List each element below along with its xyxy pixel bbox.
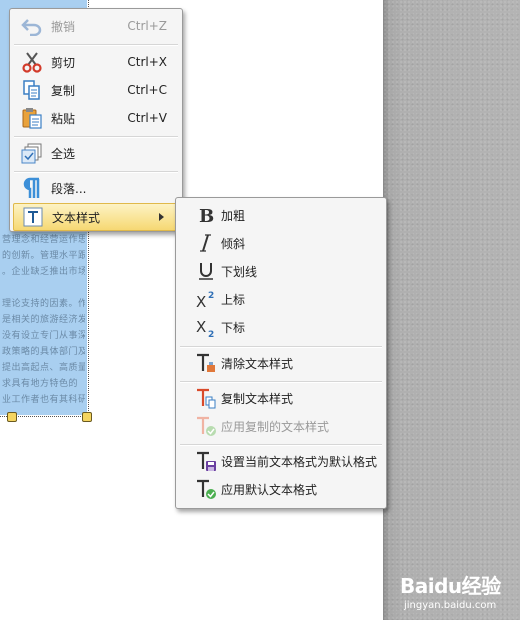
- context-menu: 撤销 Ctrl+Z 剪切 Ctrl+X 复制 Ctrl+C 粘贴 Ctrl+V …: [9, 8, 183, 232]
- menu-separator: [180, 444, 382, 446]
- menu-separator: [180, 346, 382, 348]
- menu-separator: [14, 44, 178, 46]
- submenu-item-superscript[interactable]: X2 上标: [179, 286, 383, 312]
- svg-text:2: 2: [208, 291, 214, 301]
- text-style-submenu: B 加粗 倾斜 下划线 X2 上标 X2 下标 清除文本样式 复制文本样式 应用…: [175, 197, 387, 509]
- svg-text:B: B: [199, 206, 214, 225]
- watermark-url: jingyan.baidu.com: [404, 600, 497, 611]
- watermark: Baidu经验 jingyan.baidu.com: [400, 570, 501, 611]
- submenu-item-apply-default-style[interactable]: 应用默认文本格式: [179, 476, 383, 502]
- submenu-item-apply-copied-style[interactable]: 应用复制的文本样式: [179, 413, 383, 439]
- menu-item-paste[interactable]: 粘贴 Ctrl+V: [13, 105, 179, 131]
- workspace-background: [383, 0, 520, 620]
- superscript-icon: X2: [195, 288, 217, 310]
- copy-style-icon: [195, 387, 217, 409]
- submenu-item-set-default-style[interactable]: 设置当前文本格式为默认格式: [179, 448, 383, 474]
- text-style-icon: [20, 206, 46, 228]
- menu-item-cut[interactable]: 剪切 Ctrl+X: [13, 49, 179, 75]
- menu-item-select-all[interactable]: 全选: [13, 140, 179, 166]
- submenu-item-clear-style[interactable]: 清除文本样式: [179, 350, 383, 376]
- clear-style-icon: [195, 352, 217, 374]
- menu-separator: [180, 381, 382, 383]
- apply-default-style-icon: [195, 478, 217, 500]
- submenu-item-underline[interactable]: 下划线: [179, 258, 383, 284]
- menu-item-text-style[interactable]: 文本样式: [13, 203, 179, 231]
- resize-handle-bottom-left[interactable]: [7, 412, 17, 422]
- italic-icon: [195, 232, 217, 254]
- undo-icon: [19, 15, 45, 37]
- menu-item-copy[interactable]: 复制 Ctrl+C: [13, 77, 179, 103]
- underline-icon: [195, 260, 217, 282]
- menu-separator: [14, 171, 178, 173]
- resize-handle-bottom-right[interactable]: [82, 412, 92, 422]
- menu-item-undo[interactable]: 撤销 Ctrl+Z: [13, 13, 179, 39]
- bold-icon: B: [195, 204, 217, 226]
- svg-text:X: X: [196, 293, 206, 309]
- menu-separator: [14, 136, 178, 138]
- copy-icon: [19, 79, 45, 101]
- submenu-arrow-icon: [159, 213, 164, 221]
- select-all-icon: [19, 142, 45, 164]
- menu-item-paragraph[interactable]: 段落...: [13, 175, 179, 201]
- set-default-style-icon: [195, 450, 217, 472]
- submenu-item-copy-style[interactable]: 复制文本样式: [179, 385, 383, 411]
- submenu-item-italic[interactable]: 倾斜: [179, 230, 383, 256]
- paste-icon: [19, 107, 45, 129]
- watermark-logo: Baidu经验: [400, 574, 501, 598]
- submenu-item-subscript[interactable]: X2 下标: [179, 314, 383, 340]
- submenu-item-bold[interactable]: B 加粗: [179, 202, 383, 228]
- scissors-icon: [19, 51, 45, 73]
- paragraph-icon: [19, 177, 45, 199]
- svg-text:X: X: [196, 318, 206, 336]
- apply-copied-style-icon: [195, 415, 217, 437]
- svg-text:2: 2: [208, 330, 214, 337]
- subscript-icon: X2: [195, 316, 217, 338]
